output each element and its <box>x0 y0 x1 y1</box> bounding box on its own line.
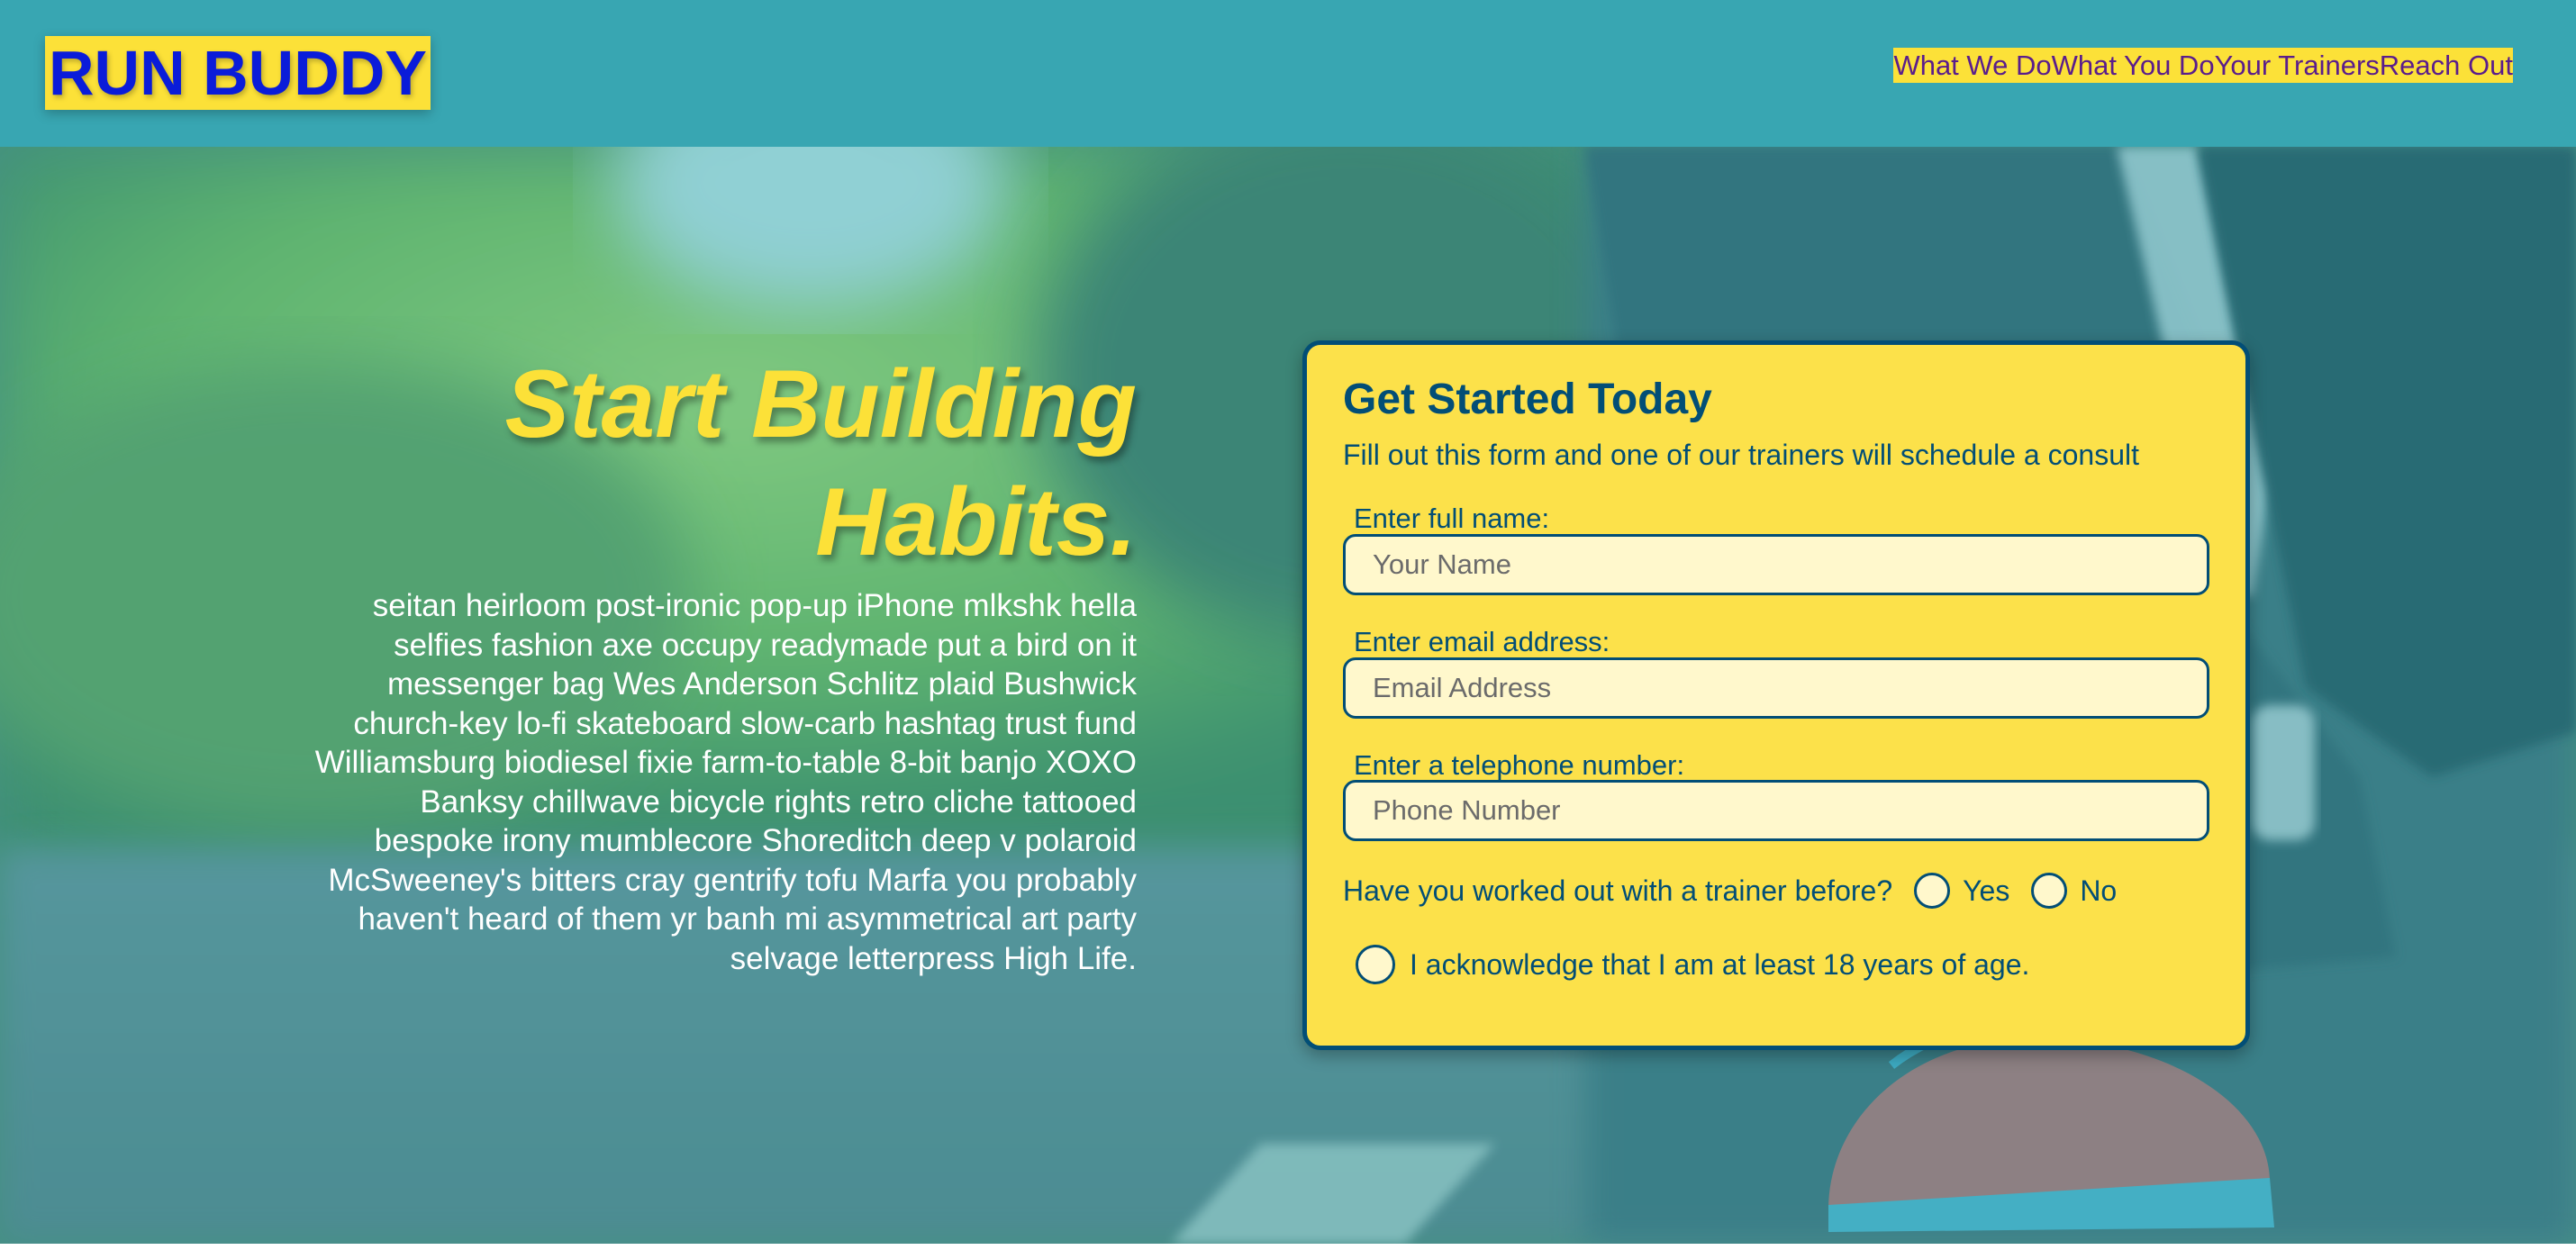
email-label: Enter email address: <box>1354 626 1610 657</box>
nav-link-what-you-do[interactable]: What You Do <box>2052 48 2215 83</box>
nav-link-reach-out[interactable]: Reach Out <box>2380 48 2513 83</box>
hero-body-text: seitan heirloom post-ironic pop-up iPhon… <box>314 588 1137 976</box>
nav-link-what-we-do[interactable]: What We Do <box>1893 48 2051 83</box>
yes-radio-icon[interactable] <box>1914 873 1951 909</box>
main-nav: What We Do What You Do Your Trainers Rea… <box>1893 48 2513 83</box>
no-radio-icon[interactable] <box>2031 873 2068 909</box>
name-label: Enter full name: <box>1354 503 1550 534</box>
phone-label: Enter a telephone number: <box>1354 749 1685 781</box>
form-title: Get Started Today <box>1343 376 1712 423</box>
hero-title: Start Building Habits. <box>297 345 1137 581</box>
phone-input[interactable] <box>1343 780 2209 841</box>
site-logo[interactable]: RUN BUDDY <box>45 36 431 110</box>
hero-text-block: Start Building Habits. seitan heirloom p… <box>297 345 1137 978</box>
hero-title-line-1: Start Building <box>504 349 1137 457</box>
name-input[interactable] <box>1343 534 2209 595</box>
hero-section: Start Building Habits. seitan heirloom p… <box>0 147 2576 1244</box>
hero-title-line-2: Habits. <box>815 467 1137 575</box>
nav-link-your-trainers[interactable]: Your Trainers <box>2215 48 2380 83</box>
acknowledge-label: I acknowledge that I am at least 18 year… <box>1410 947 2030 981</box>
email-input[interactable] <box>1343 657 2209 719</box>
acknowledge-radio-icon[interactable] <box>1356 945 1395 984</box>
trainer-question-row: Have you worked out with a trainer befor… <box>1343 871 2117 910</box>
yes-radio-label: Yes <box>1963 874 2010 907</box>
form-subtitle: Fill out this form and one of our traine… <box>1343 439 2139 471</box>
get-started-form: Get Started Today Fill out this form and… <box>1302 340 2250 1050</box>
acknowledge-row: I acknowledge that I am at least 18 year… <box>1356 943 2029 986</box>
site-header: RUN BUDDY What We Do What You Do Your Tr… <box>0 0 2576 147</box>
no-radio-label: No <box>2080 874 2118 907</box>
trainer-question-label: Have you worked out with a trainer befor… <box>1343 874 1893 907</box>
